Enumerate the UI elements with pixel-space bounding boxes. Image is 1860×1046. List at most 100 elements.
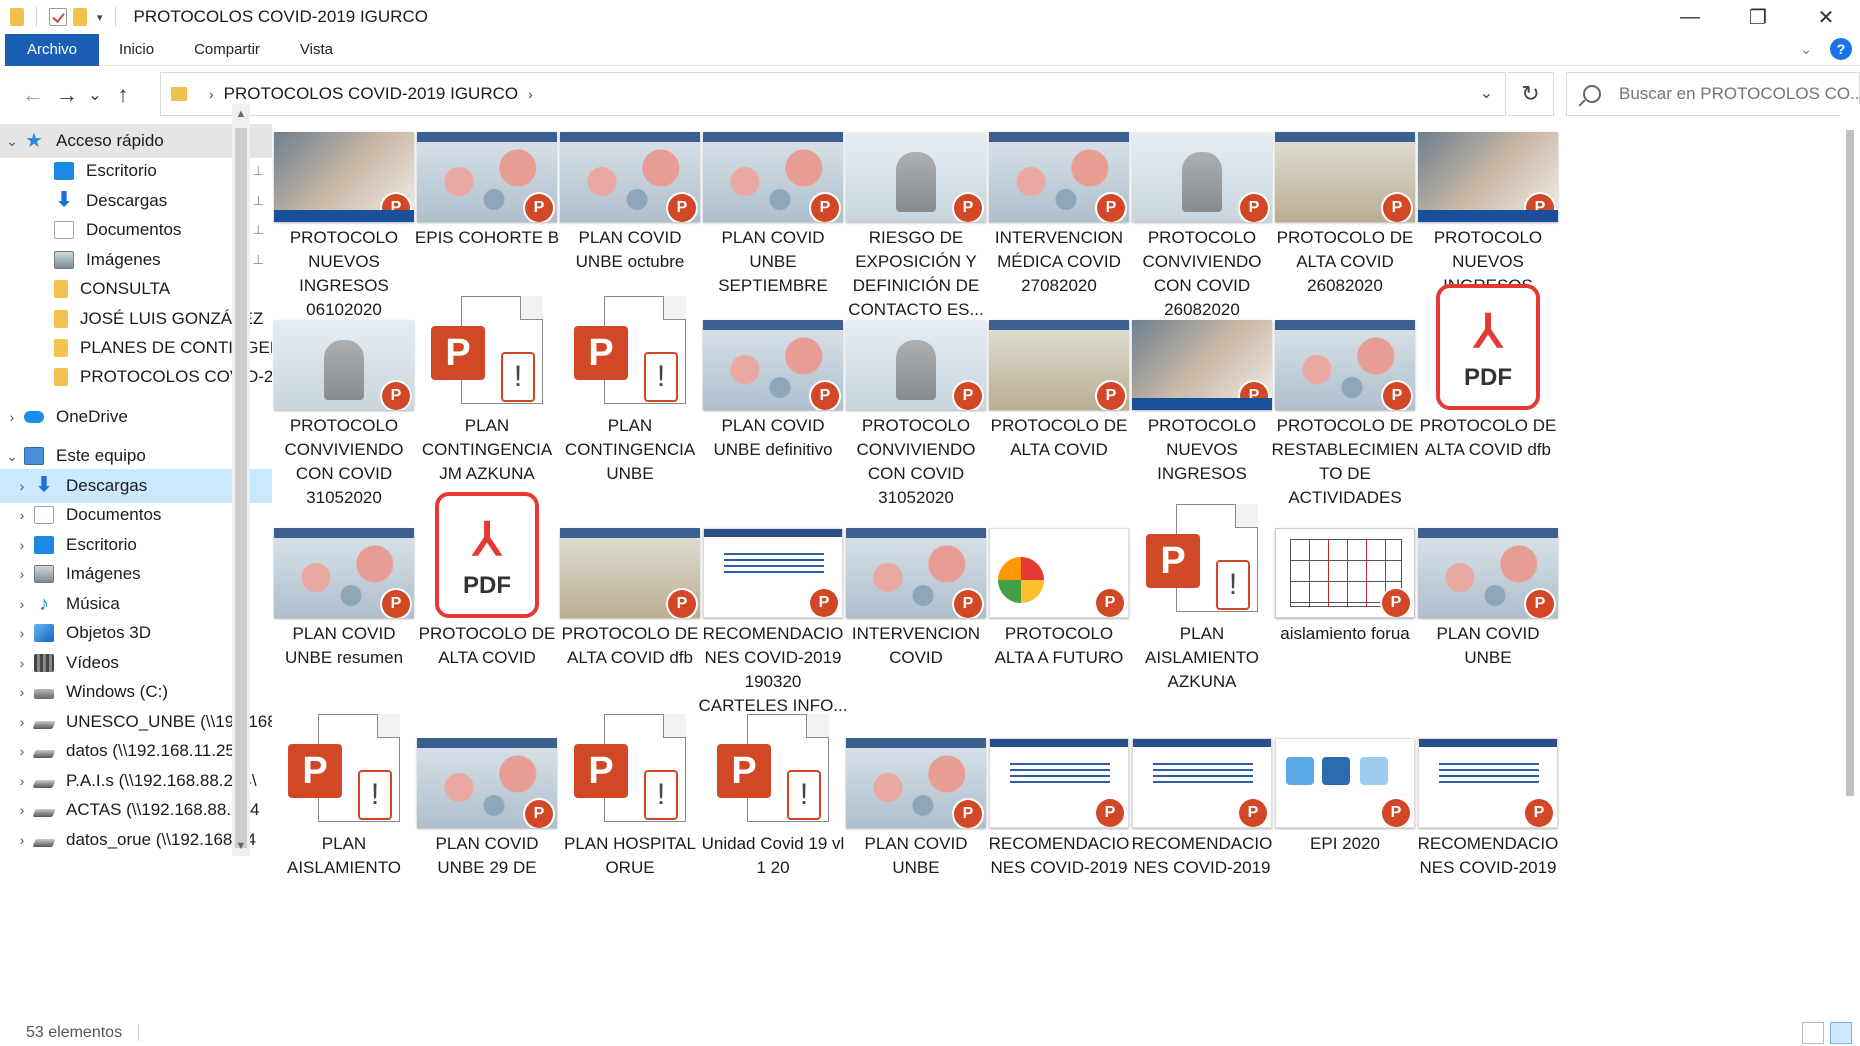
restore-button[interactable]: ❐ (1724, 0, 1792, 34)
file-thumbnail: P (1418, 714, 1558, 828)
slide-preview: P (989, 320, 1129, 410)
file-item[interactable]: P PLAN COVID UNBE octubre (560, 108, 700, 274)
back-button[interactable]: ← (16, 78, 50, 112)
file-item[interactable]: P PLAN COVID UNBE 29 DE (417, 714, 557, 880)
file-item[interactable]: P RECOMENDACIONES COVID-2019 190320 CARTE… (699, 504, 847, 718)
pin-icon[interactable]: ⊥ (253, 252, 264, 268)
large-icons-view-icon[interactable] (1830, 1022, 1852, 1044)
file-item[interactable]: P INTERVENCION COVID (846, 504, 986, 670)
expand-chevron-icon[interactable]: › (10, 743, 34, 759)
file-item[interactable]: P PROTOCOLO NUEVOS INGRESOS 06102020 (274, 108, 414, 322)
content-scrollbar[interactable] (1840, 104, 1860, 1018)
expand-chevron-icon[interactable]: › (10, 478, 34, 494)
file-thumbnail: P (274, 108, 414, 222)
file-item[interactable]: P! PLAN CONTINGENCIA UNBE (560, 296, 700, 486)
recent-locations-dropdown[interactable]: ⌄ (84, 78, 106, 112)
warning-icon: ! (644, 770, 678, 820)
file-item[interactable]: P PLAN COVID UNBE SEPTIEMBRE (703, 108, 843, 298)
file-item[interactable]: P! PLAN AISLAMIENTO AZKUNA (1132, 504, 1272, 694)
tab-compartir[interactable]: Compartir (174, 34, 280, 66)
breadcrumb-separator-icon[interactable]: › (528, 86, 533, 102)
scroll-up-arrow-icon[interactable]: ▲ (232, 108, 250, 120)
navigation-pane-scrollbar[interactable]: ▲ ▼ (232, 104, 250, 856)
file-item[interactable]: P RECOMENDACIONES COVID-2019 (1132, 714, 1272, 880)
file-item[interactable]: P PROTOCOLO CONVIVIENDO CON COVID 3105202… (274, 296, 414, 510)
file-thumbnail: P (846, 504, 986, 618)
file-item[interactable]: P PLAN COVID UNBE resumen (274, 504, 414, 670)
file-item[interactable]: P EPIS COHORTE B (415, 108, 559, 250)
slide-preview: P (846, 132, 986, 222)
expand-chevron-icon[interactable]: › (10, 773, 34, 789)
network-drive-icon (32, 839, 56, 847)
expand-chevron-icon[interactable]: › (10, 684, 34, 700)
file-item[interactable]: P! Unidad Covid 19 vl 1 20 (702, 714, 844, 880)
tab-inicio[interactable]: Inicio (99, 34, 174, 66)
properties-check-icon[interactable] (49, 8, 67, 26)
expand-ribbon-chevron-icon[interactable]: ⌄ (1800, 41, 1812, 58)
file-item[interactable]: Paislamiento forua (1275, 504, 1415, 646)
powerpoint-badge-icon: P (810, 589, 838, 617)
file-item[interactable]: P PROTOCOLO DE ALTA COVID (989, 296, 1129, 462)
file-item[interactable]: P! PLAN AISLAMIENTO (274, 714, 414, 880)
file-item[interactable]: P PROTOCOLO DE ALTA COVID dfb (560, 504, 700, 670)
expand-chevron-icon[interactable]: › (10, 566, 34, 582)
tab-archivo[interactable]: Archivo (5, 33, 100, 66)
powerpoint-badge-icon: P (1526, 194, 1554, 222)
address-dropdown-icon[interactable]: ⌄ (1480, 83, 1493, 103)
close-button[interactable]: ✕ (1792, 0, 1860, 34)
expand-chevron-icon[interactable]: › (10, 802, 34, 818)
expand-chevron-icon[interactable]: › (10, 507, 34, 523)
expand-chevron-icon[interactable]: › (10, 832, 34, 848)
minimize-button[interactable]: — (1656, 0, 1724, 34)
warning-icon: ! (501, 352, 535, 402)
powerpoint-letter: P (574, 744, 628, 798)
file-item[interactable]: P PROTOCOLO CONVIVIENDO CON COVID 3105202… (846, 296, 986, 510)
breadcrumb-current-folder[interactable]: PROTOCOLOS COVID-2019 IGURCO (224, 84, 518, 104)
file-item[interactable]: P RIESGO DE EXPOSICIÓN Y DEFINICIÓN DE CO… (846, 108, 986, 322)
scrollbar-thumb[interactable] (235, 128, 247, 848)
pin-icon[interactable]: ⊥ (253, 222, 264, 238)
slide-preview: P (1275, 132, 1415, 222)
file-item[interactable]: P PLAN COVID UNBE (846, 714, 986, 880)
tab-vista[interactable]: Vista (280, 34, 353, 66)
file-item[interactable]: P EPI 2020 (1275, 714, 1415, 856)
file-item[interactable]: P PROTOCOLO CONVIVIENDO CON COVID 2608202… (1132, 108, 1272, 322)
file-item[interactable]: P PROTOCOLO ALTA A FUTURO (989, 504, 1129, 670)
up-button[interactable]: ↑ (106, 78, 140, 112)
pin-icon[interactable]: ⊥ (253, 163, 264, 179)
onedrive-icon (24, 411, 44, 423)
pin-icon[interactable]: ⊥ (253, 193, 264, 209)
expand-chevron-icon[interactable]: › (10, 596, 34, 612)
file-item[interactable]: P PLAN COVID UNBE definitivo (703, 296, 843, 462)
file-item[interactable]: P PROTOCOLO DE ALTA COVID 26082020 (1275, 108, 1415, 298)
scroll-down-arrow-icon[interactable]: ▼ (232, 840, 250, 852)
pdf-label: PDF (1464, 364, 1512, 391)
file-item[interactable]: P PROTOCOLO DE RESTABLECIMIENTO DE ACTIVI… (1271, 296, 1419, 510)
expand-chevron-icon[interactable]: ⌄ (0, 133, 24, 150)
new-folder-icon[interactable] (73, 8, 87, 26)
powerpoint-badge-icon: P (668, 194, 696, 222)
file-item[interactable]: P PLAN COVID UNBE (1418, 504, 1558, 670)
file-item[interactable]: P! PLAN CONTINGENCIA JM AZKUNA (417, 296, 557, 486)
details-view-icon[interactable] (1802, 1022, 1824, 1044)
file-item[interactable]: ⅄ PDF PROTOCOLO DE ALTA COVID dfb (1418, 284, 1558, 462)
file-item[interactable]: P PROTOCOLO NUEVOS INGRESOS (1132, 296, 1272, 486)
forward-button[interactable]: → (50, 78, 84, 112)
file-item[interactable]: P INTERVENCION MÉDICA COVID 27082020 (989, 108, 1129, 298)
expand-chevron-icon[interactable]: › (10, 625, 34, 641)
customize-toolbar-dropdown-icon[interactable]: ▾ (97, 11, 103, 24)
expand-chevron-icon[interactable]: › (0, 409, 24, 425)
scrollbar-thumb[interactable] (1846, 130, 1854, 796)
expand-chevron-icon[interactable]: › (10, 655, 34, 671)
sidebar-item-label: Objetos 3D (66, 623, 152, 642)
file-item[interactable]: ⅄ PDF PROTOCOLO DE ALTA COVID (417, 492, 557, 670)
expand-chevron-icon[interactable]: › (10, 537, 34, 553)
breadcrumb-separator-icon[interactable]: › (209, 86, 214, 102)
file-item[interactable]: P! PLAN HOSPITAL ORUE (560, 714, 700, 880)
expand-chevron-icon[interactable]: › (10, 714, 34, 730)
expand-chevron-icon[interactable]: ⌄ (0, 448, 24, 465)
file-item[interactable]: P RECOMENDACIONES COVID-2019 (989, 714, 1129, 880)
file-item[interactable]: P RECOMENDACIONES COVID-2019 (1418, 714, 1558, 880)
help-icon[interactable]: ? (1830, 38, 1852, 60)
search-input[interactable] (1619, 84, 1859, 104)
